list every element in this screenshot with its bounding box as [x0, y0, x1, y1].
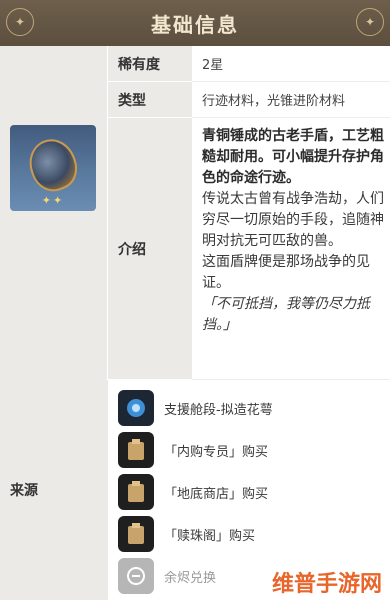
rarity-stars-icon: ✦✦: [41, 194, 65, 207]
source-item-label: 「地底商店」购买: [164, 486, 269, 502]
calyx-icon: [118, 390, 154, 426]
intro-quote: 「不可抵挡，我等仍尽力抵挡。」: [202, 296, 370, 333]
source-label: 来源: [0, 380, 108, 600]
source-item-shop-3[interactable]: 「赎珠阁」购买: [118, 514, 255, 554]
source-item-shop-1[interactable]: 「内购专员」购买: [118, 430, 268, 470]
section-title: 基础信息: [151, 12, 239, 37]
rarity-value: 2星: [192, 46, 390, 82]
intro-text: 青铜锤成的古老手盾，工艺粗糙却耐用。可小幅提升存护角色的命途行迹。 传说太古曾有…: [202, 126, 388, 336]
watermark: 维普手游网: [271, 572, 382, 597]
type-label: 类型: [108, 82, 192, 118]
exchange-icon: [118, 558, 154, 594]
item-image-column: [0, 46, 108, 380]
item-image: ✦✦: [10, 125, 96, 211]
ornament-left-icon: ✦: [6, 8, 34, 36]
source-item-exchange[interactable]: 余烬兑换: [118, 556, 216, 596]
ornament-right-icon: ✦: [356, 8, 384, 36]
intro-lore-text: 传说太古曾有战争浩劫，人们穷尽一切原始的手段，追随神明对抗无可匹敌的兽。: [202, 191, 384, 249]
shop-icon: [118, 432, 154, 468]
source-item-label: 余烬兑换: [164, 570, 217, 586]
intro-lore-text-2: 这面盾牌便是那场战争的见证。: [202, 254, 370, 291]
intro-label: 介绍: [108, 118, 192, 380]
bronze-shield-icon: [22, 132, 84, 198]
intro-bold-text: 青铜锤成的古老手盾，工艺粗糙却耐用。可小幅提升存护角色的命途行迹。: [202, 128, 384, 186]
source-item-label: 「赎珠阁」购买: [164, 528, 256, 544]
source-item-label: 「内购专员」购买: [164, 444, 269, 460]
shop-icon: [118, 474, 154, 510]
source-item-shop-2[interactable]: 「地底商店」购买: [118, 472, 268, 512]
source-item-calyx[interactable]: 支援舱段-拟造花萼: [118, 388, 273, 428]
shop-icon: [118, 516, 154, 552]
type-value: 行迹材料，光锥进阶材料: [192, 82, 390, 118]
section-header: ✦ 基础信息 ✦: [0, 0, 390, 46]
rarity-label: 稀有度: [108, 46, 192, 82]
source-item-label: 支援舱段-拟造花萼: [164, 402, 273, 418]
